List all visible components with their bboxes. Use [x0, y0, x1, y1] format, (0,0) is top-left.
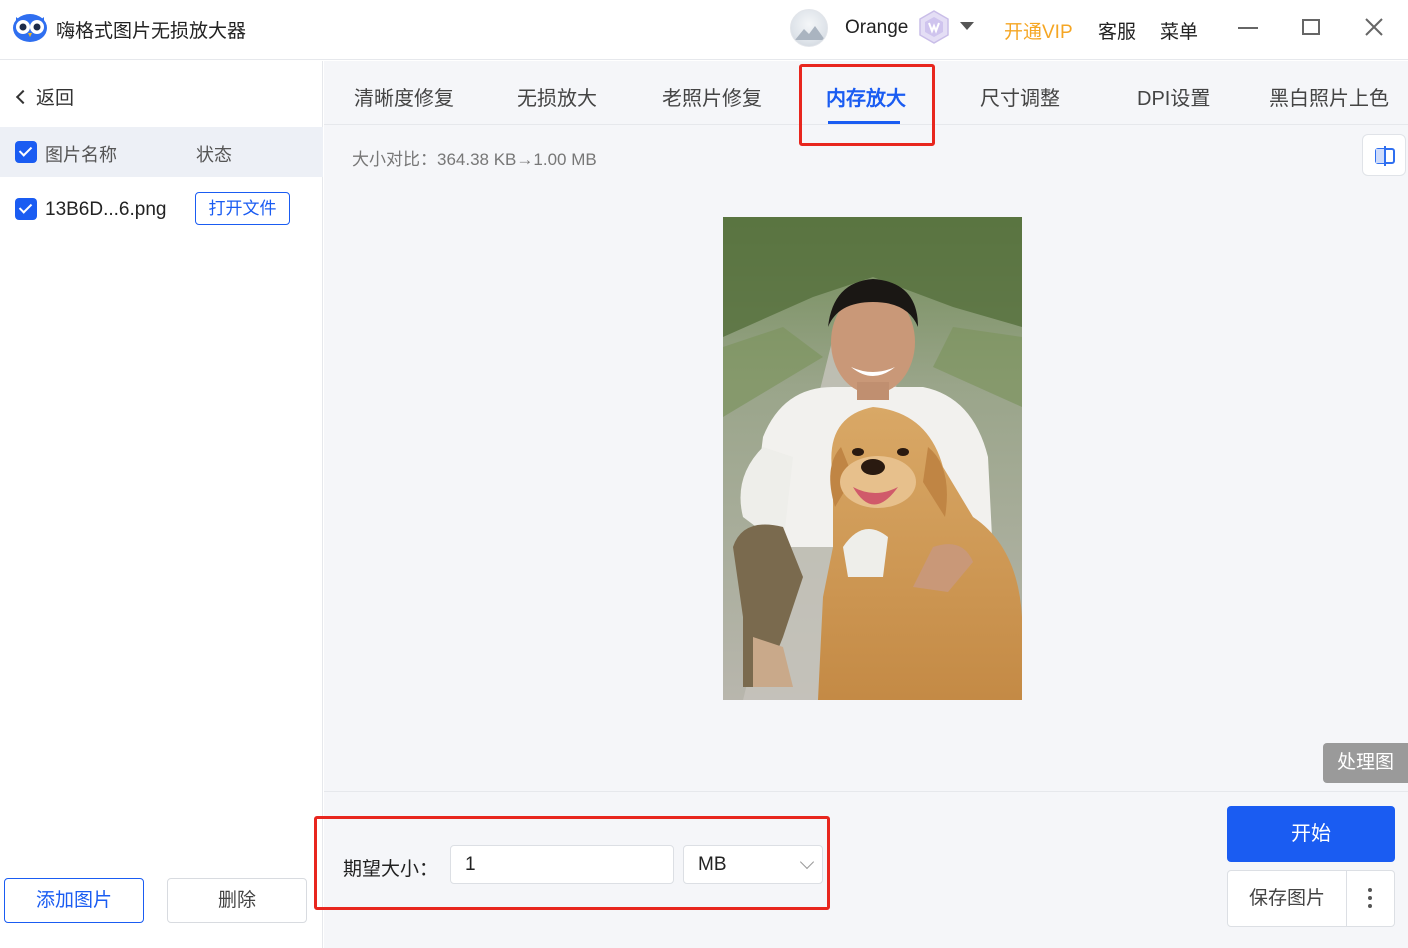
customer-service-link[interactable]: 客服	[1098, 17, 1136, 44]
unit-select-value: MB	[698, 854, 727, 875]
tab-size-adjust[interactable]: 尺寸调整	[980, 82, 1060, 111]
username[interactable]: Orange	[845, 17, 908, 39]
file-checkbox[interactable]	[15, 198, 37, 220]
tab-memory-enlarge[interactable]: 内存放大	[826, 82, 906, 111]
back-label: 返回	[36, 88, 75, 109]
unit-select[interactable]: MB	[683, 845, 823, 884]
user-dropdown-icon[interactable]	[960, 22, 974, 30]
tab-old-photo-repair[interactable]: 老照片修复	[662, 82, 762, 111]
start-button[interactable]: 开始	[1227, 806, 1395, 862]
delete-button[interactable]: 删除	[167, 878, 307, 923]
save-image-button[interactable]: 保存图片	[1228, 871, 1346, 926]
open-vip-link[interactable]: 开通VIP	[1004, 17, 1073, 44]
tab-clarity-repair[interactable]: 清晰度修复	[354, 82, 454, 111]
open-file-button[interactable]: 打开文件	[195, 192, 290, 225]
tab-dpi-settings[interactable]: DPI设置	[1137, 82, 1210, 111]
maximize-icon[interactable]	[1302, 19, 1320, 35]
minimize-icon[interactable]	[1238, 27, 1258, 29]
sidebar: 返回 图片名称 状态 13B6D...6.png 打开文件 添加图片 删除	[0, 61, 323, 948]
main-panel: 清晰度修复 无损放大 老照片修复 内存放大 尺寸调整 DPI设置 黑白照片上色 …	[314, 61, 1408, 948]
expected-size-label: 期望大小：	[343, 859, 439, 880]
expected-size-input[interactable]: 1	[450, 845, 674, 884]
column-header-name: 图片名称	[45, 145, 117, 165]
vip-badge-icon	[919, 10, 949, 44]
settings-bar: 期望大小： 1 MB 开始 保存图片	[314, 791, 1408, 948]
title-bar: 嗨格式图片无损放大器 Orange 开通VIP 客服 菜单	[0, 0, 1408, 60]
preview-image	[723, 217, 1022, 700]
more-options-icon[interactable]	[1347, 871, 1394, 926]
tab-colorize[interactable]: 黑白照片上色	[1269, 82, 1389, 111]
chevron-left-icon	[15, 89, 31, 104]
menu-link[interactable]: 菜单	[1160, 17, 1198, 44]
active-tab-indicator	[828, 121, 900, 124]
file-list-item[interactable]: 13B6D...6.png 打开文件	[0, 181, 323, 237]
tab-lossless-upscale[interactable]: 无损放大	[517, 82, 597, 111]
compare-view-button[interactable]	[1362, 134, 1406, 176]
save-button-group: 保存图片	[1227, 870, 1395, 927]
chevron-down-icon	[799, 854, 815, 870]
select-all-checkbox[interactable]	[15, 141, 37, 163]
tab-bar: 清晰度修复 无损放大 老照片修复 内存放大 尺寸调整 DPI设置 黑白照片上色	[324, 61, 1408, 125]
app-title: 嗨格式图片无损放大器	[56, 21, 247, 42]
column-header-status: 状态	[196, 145, 232, 165]
close-icon[interactable]	[1362, 15, 1386, 39]
user-avatar[interactable]	[790, 9, 828, 47]
back-button[interactable]: 返回	[14, 83, 74, 110]
file-list-header: 图片名称 状态	[0, 127, 323, 177]
owl-logo-icon	[13, 14, 47, 42]
split-view-icon	[1375, 146, 1395, 166]
processed-image-label: 处理图	[1323, 743, 1408, 783]
file-name: 13B6D...6.png	[45, 199, 167, 220]
add-image-button[interactable]: 添加图片	[4, 878, 144, 923]
size-comparison: 大小对比：364.38 KB→1.00 MB	[352, 150, 597, 169]
mountain-icon	[795, 26, 825, 40]
